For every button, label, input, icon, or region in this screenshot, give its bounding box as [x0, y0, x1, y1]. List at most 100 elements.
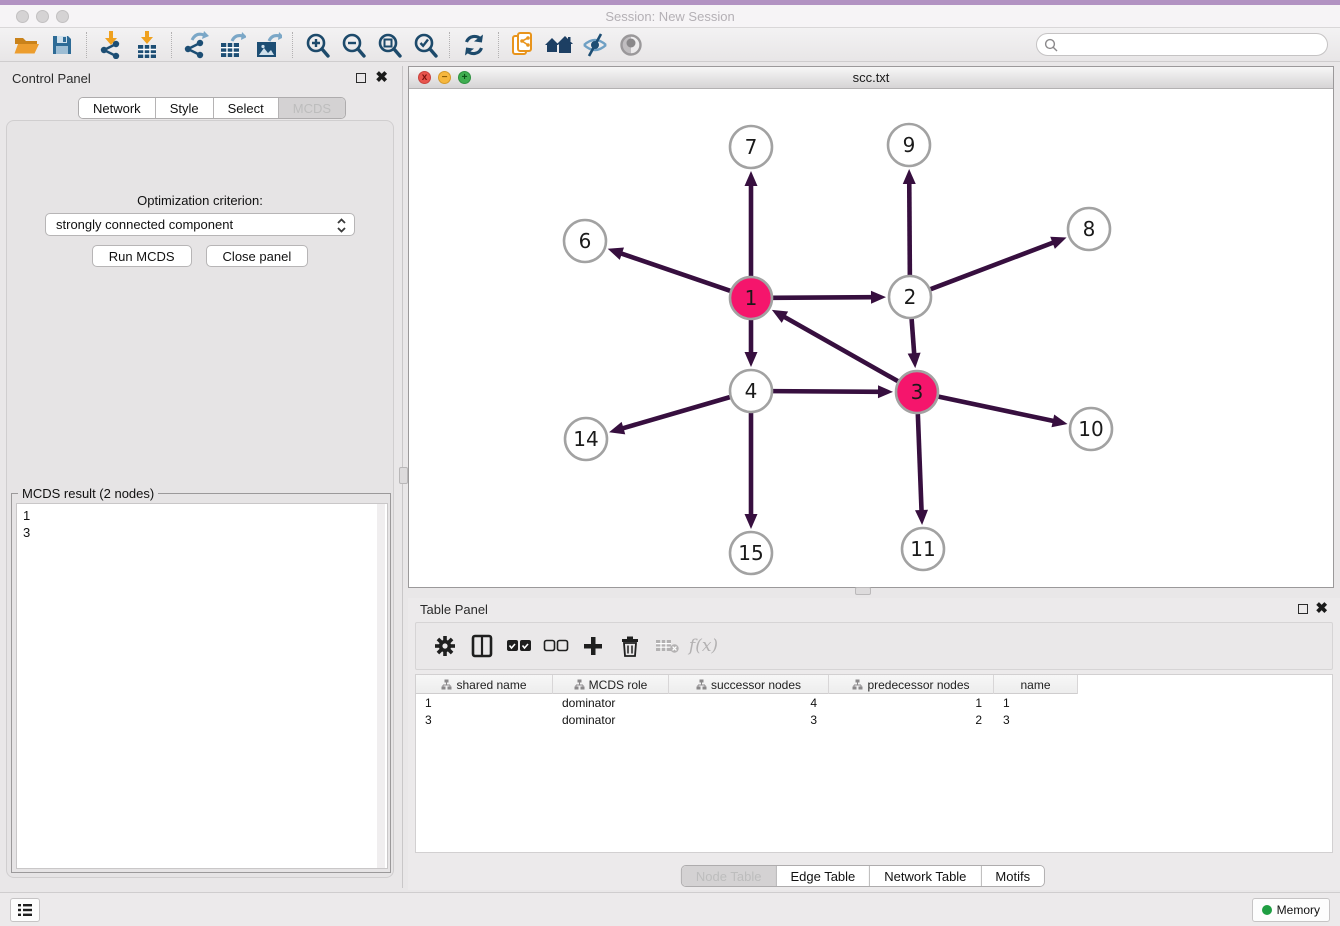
graph-edge-2-9[interactable] — [909, 182, 910, 275]
delete-button[interactable] — [611, 629, 648, 663]
table-cell[interactable]: 3 — [994, 711, 1078, 728]
browse-column-button[interactable] — [463, 629, 500, 663]
graph-edge-1-6[interactable] — [620, 253, 730, 291]
graph-node-label: 1 — [745, 286, 758, 310]
clone-network-button[interactable] — [505, 30, 541, 60]
column-header[interactable]: predecessor nodes — [829, 675, 994, 694]
graph-edge-4-14[interactable] — [622, 397, 730, 429]
open-session-button[interactable] — [8, 30, 44, 60]
table-cell[interactable]: 3 — [416, 711, 553, 728]
network-view-window: x − + scc.txt 7968124314101511 — [408, 66, 1334, 588]
mcds-result-textarea[interactable]: 1 3 — [16, 503, 388, 869]
show-all-button[interactable] — [613, 30, 649, 60]
column-header[interactable]: name — [994, 675, 1078, 694]
selected-option: strongly connected component — [56, 217, 233, 232]
tab-select[interactable]: Select — [214, 98, 279, 118]
column-header[interactable]: shared name — [416, 675, 553, 694]
table-cell[interactable]: dominator — [553, 694, 669, 711]
float-panel-icon[interactable] — [356, 73, 366, 83]
table-cell[interactable]: 3 — [669, 711, 829, 728]
graph-edge-4-3[interactable] — [773, 391, 880, 392]
table-cell[interactable]: 2 — [829, 711, 994, 728]
tab-mcds[interactable]: MCDS — [279, 98, 345, 118]
search-input[interactable] — [1058, 36, 1327, 54]
import-table-button[interactable] — [129, 30, 165, 60]
close-panel-icon[interactable]: ✖ — [375, 69, 388, 87]
graph-node-label: 10 — [1078, 417, 1103, 441]
zoom-out-button[interactable] — [335, 30, 371, 60]
app-title: Session: New Session — [0, 9, 1340, 24]
graph-node-label: 7 — [745, 135, 758, 159]
graph-node-label: 6 — [579, 229, 592, 253]
column-header[interactable]: successor nodes — [669, 675, 829, 694]
table-row[interactable]: 3dominator323 — [416, 711, 1078, 728]
memory-button[interactable]: Memory — [1252, 898, 1330, 922]
import-network-icon — [97, 31, 125, 59]
deselect-all-button[interactable] — [537, 629, 574, 663]
toolbar-separator — [498, 32, 499, 58]
table-cell[interactable]: dominator — [553, 711, 669, 728]
chevron-updown-icon — [336, 217, 347, 237]
task-history-button[interactable] — [10, 898, 40, 922]
table-panel: Table Panel ✖ — [408, 598, 1340, 890]
tab-network-table[interactable]: Network Table — [870, 866, 981, 886]
graph-edge-3-1[interactable] — [783, 316, 898, 381]
column-header[interactable]: MCDS role — [553, 675, 669, 694]
zoom-fit-button[interactable] — [371, 30, 407, 60]
delete-column-icon — [655, 638, 679, 654]
arrowhead-icon — [745, 352, 758, 367]
zoom-in-button[interactable] — [299, 30, 335, 60]
table-cell[interactable]: 1 — [829, 694, 994, 711]
zoom-selected-button[interactable] — [407, 30, 443, 60]
export-image-button[interactable] — [250, 30, 286, 60]
network-window-titlebar[interactable]: x − + scc.txt — [409, 67, 1333, 89]
zoom-selected-icon — [412, 32, 438, 58]
graph-edge-3-10[interactable] — [939, 397, 1055, 422]
network-canvas[interactable]: 7968124314101511 — [409, 89, 1333, 587]
vertical-splitter-grip[interactable] — [399, 467, 408, 484]
export-table-button[interactable] — [214, 30, 250, 60]
main-toolbar — [0, 28, 1340, 62]
select-all-button[interactable] — [500, 629, 537, 663]
refresh-view-button[interactable] — [456, 30, 492, 60]
save-session-button[interactable] — [44, 30, 80, 60]
add-button[interactable] — [574, 629, 611, 663]
tab-node-table[interactable]: Node Table — [682, 866, 777, 886]
graph-edge-1-2[interactable] — [773, 297, 873, 298]
toolbar-separator — [292, 32, 293, 58]
tab-style[interactable]: Style — [156, 98, 214, 118]
table-cell[interactable]: 4 — [669, 694, 829, 711]
result-scrollbar[interactable] — [377, 504, 385, 868]
import-network-button[interactable] — [93, 30, 129, 60]
tab-network[interactable]: Network — [79, 98, 156, 118]
close-table-panel-icon[interactable]: ✖ — [1315, 600, 1328, 618]
mcds-result-title: MCDS result (2 nodes) — [18, 486, 158, 501]
eye-slash-icon — [581, 32, 609, 58]
hide-selected-button[interactable] — [577, 30, 613, 60]
function-builder-button[interactable]: f(x) — [685, 629, 722, 663]
table-cell[interactable]: 1 — [994, 694, 1078, 711]
delete-column-button[interactable] — [648, 629, 685, 663]
arrowhead-icon — [908, 353, 921, 368]
run-mcds-button[interactable]: Run MCDS — [92, 245, 192, 267]
graph-edge-3-11[interactable] — [918, 414, 922, 512]
arrowhead-icon — [903, 169, 916, 184]
arrowhead-icon — [1050, 237, 1066, 249]
export-network-button[interactable] — [178, 30, 214, 60]
memory-label: Memory — [1277, 903, 1320, 917]
first-neighbors-button[interactable] — [541, 30, 577, 60]
network-window-title: scc.txt — [409, 70, 1333, 85]
graph-edge-2-3[interactable] — [912, 319, 915, 355]
optimization-criterion-select[interactable]: strongly connected component — [45, 213, 355, 236]
float-table-panel-icon[interactable] — [1298, 604, 1308, 614]
horizontal-splitter-grip[interactable] — [855, 587, 871, 595]
mcds-tab-content: Optimization criterion: strongly connect… — [6, 120, 394, 878]
graph-edge-2-8[interactable] — [931, 242, 1055, 289]
table-settings-button[interactable] — [426, 629, 463, 663]
table-row[interactable]: 1dominator411 — [416, 694, 1078, 711]
table-cell[interactable]: 1 — [416, 694, 553, 711]
eye-icon — [618, 32, 644, 58]
tab-edge-table[interactable]: Edge Table — [776, 866, 870, 886]
close-panel-button[interactable]: Close panel — [206, 245, 309, 267]
tab-motifs[interactable]: Motifs — [981, 866, 1044, 886]
